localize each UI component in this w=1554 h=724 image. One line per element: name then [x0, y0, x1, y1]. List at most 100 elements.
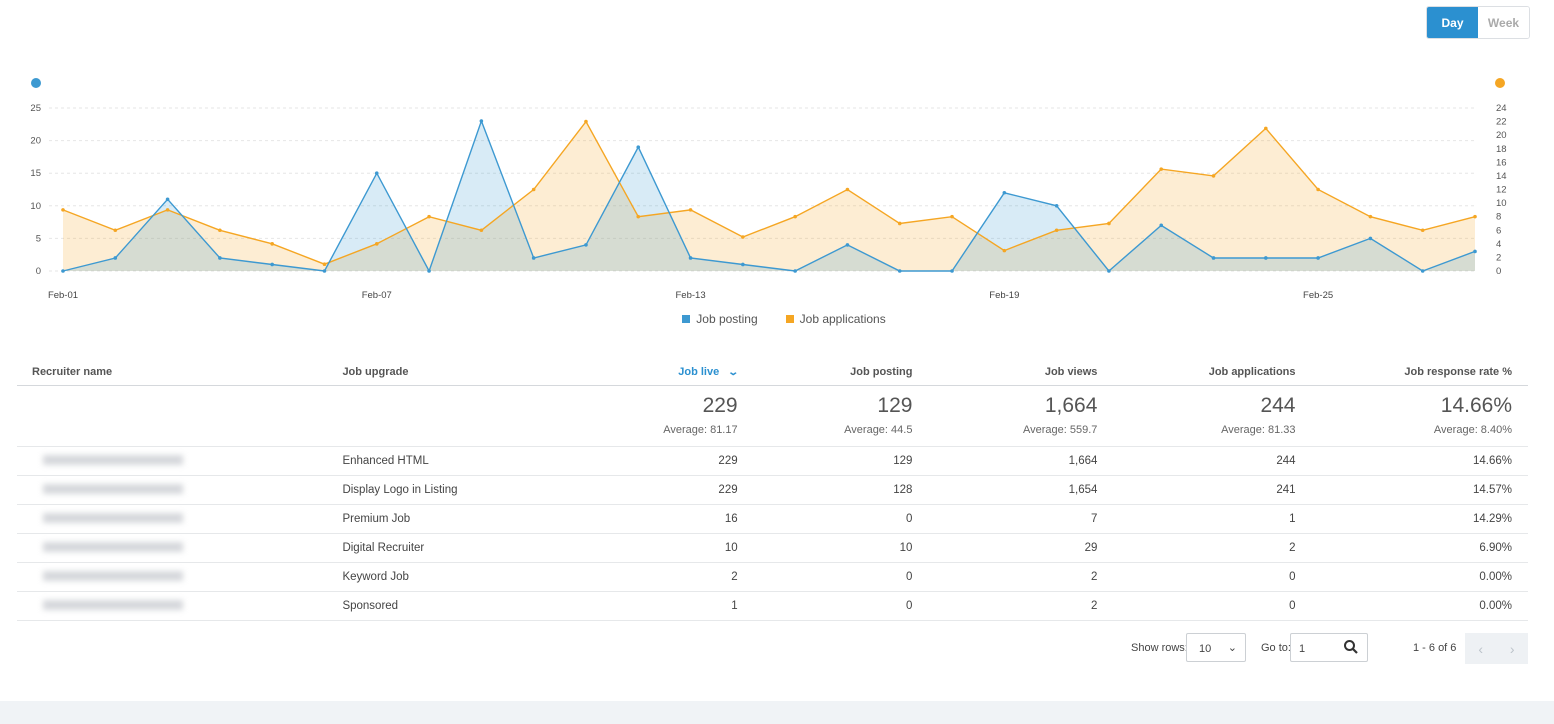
cell-job-posting: 10 [737, 533, 913, 563]
total-job-live: 229 Average: 81.17 [524, 385, 738, 447]
data-point [1264, 126, 1268, 131]
cell-job-applications: 0 [1097, 562, 1296, 592]
cell-job-live: 1 [524, 591, 738, 621]
prev-page-button[interactable]: ‹ [1465, 633, 1497, 664]
total-value: 129 [877, 394, 913, 417]
header-job-posting[interactable]: Job posting [737, 358, 913, 386]
y-right-tick-label: 14 [1496, 171, 1507, 182]
page-range: 1 - 6 of 6 [1413, 642, 1457, 654]
data-point [950, 269, 954, 273]
data-point [1316, 187, 1320, 192]
cell-job-response-rate: 14.66% [1295, 446, 1528, 476]
recruiter-name-blurred [17, 533, 343, 563]
cell-job-applications: 1 [1097, 504, 1296, 534]
data-point [636, 145, 641, 149]
show-rows-label: Show rows: [1131, 642, 1188, 654]
y-right-tick-label: 24 [1496, 103, 1507, 114]
y-left-tick-label: 20 [30, 136, 41, 147]
table-row[interactable]: Sponsored 1 0 2 0 0.00% [17, 591, 1528, 621]
cell-job-upgrade: Keyword Job [342, 562, 525, 592]
search-icon[interactable] [1343, 639, 1359, 658]
data-point [1002, 248, 1007, 253]
next-page-button[interactable]: › [1497, 633, 1529, 664]
x-tick-label: Feb-25 [1303, 290, 1333, 301]
y-right-tick-label: 22 [1496, 117, 1507, 128]
legend-label-job-applications: Job applications [799, 312, 886, 326]
totals-blank [17, 385, 343, 447]
y-left-tick-label: 10 [30, 201, 41, 212]
data-point [1264, 256, 1268, 260]
recruiter-name-blurred [17, 446, 343, 476]
data-point [688, 256, 693, 260]
recruiter-name-blurred [17, 475, 343, 505]
y-right-tick-label: 4 [1496, 239, 1501, 250]
header-recruiter-name[interactable]: Recruiter name [17, 358, 343, 386]
cell-job-response-rate: 14.29% [1295, 504, 1528, 534]
day-button[interactable]: Day [1427, 7, 1478, 38]
rows-per-page-select[interactable]: 10 ⌄ [1186, 633, 1246, 662]
table-row[interactable]: Digital Recruiter 10 10 29 2 6.90% [17, 533, 1528, 563]
series-area-1 [63, 121, 1475, 271]
y-left-tick-label: 25 [30, 103, 41, 114]
data-point [374, 242, 379, 246]
goto-page-value: 1 [1299, 643, 1306, 655]
total-value: 1,664 [1044, 394, 1098, 417]
data-point [1316, 256, 1320, 260]
cell-job-upgrade: Digital Recruiter [342, 533, 525, 563]
header-job-applications[interactable]: Job applications [1097, 358, 1296, 386]
cell-job-views: 1,664 [912, 446, 1098, 476]
data-point [1473, 214, 1477, 219]
data-point [1473, 249, 1477, 254]
x-tick-label: Feb-13 [676, 290, 706, 301]
data-point [479, 119, 484, 123]
data-point [584, 119, 588, 124]
data-point [1368, 236, 1373, 241]
legend-swatch-job-applications [785, 315, 794, 323]
data-point [1420, 269, 1425, 273]
total-job-applications: 244 Average: 81.33 [1097, 385, 1296, 447]
header-job-views[interactable]: Job views [912, 358, 1098, 386]
data-point [845, 187, 850, 192]
data-point [793, 269, 797, 273]
cell-job-views: 1,654 [912, 475, 1098, 505]
header-job-live[interactable]: Job live ⌄ [524, 358, 739, 386]
data-point [1107, 269, 1111, 273]
data-point [1159, 167, 1164, 171]
chevron-down-icon: ⌄ [1227, 642, 1237, 654]
average-value: Average: 44.5 [844, 424, 913, 436]
cell-job-posting: 0 [737, 562, 913, 592]
data-point [165, 197, 170, 202]
data-point [1107, 221, 1111, 226]
cell-job-upgrade: Enhanced HTML [342, 446, 525, 476]
data-point [1002, 190, 1007, 195]
week-button[interactable]: Week [1478, 7, 1529, 38]
cell-job-live: 229 [524, 446, 738, 476]
cell-job-response-rate: 14.57% [1295, 475, 1528, 505]
total-value: 14.66% [1440, 394, 1512, 417]
cell-job-posting: 0 [737, 504, 913, 534]
y-right-tick-label: 20 [1496, 130, 1507, 141]
data-point [113, 256, 118, 260]
cell-job-posting: 128 [737, 475, 913, 505]
table-row[interactable]: Keyword Job 2 0 2 0 0.00% [17, 562, 1528, 592]
table-row[interactable]: Enhanced HTML 229 129 1,664 244 14.66% [17, 446, 1528, 476]
data-point [741, 262, 745, 267]
data-point [688, 208, 693, 212]
footer-band [0, 701, 1554, 724]
page-nav: ‹ › [1465, 633, 1528, 664]
legend-item-job-posting[interactable]: Job posting [682, 312, 758, 326]
data-point [1211, 256, 1216, 260]
cell-job-response-rate: 0.00% [1295, 562, 1528, 592]
data-point [897, 221, 902, 226]
data-point [531, 256, 536, 260]
cell-job-applications: 0 [1097, 591, 1296, 621]
cell-job-upgrade: Premium Job [342, 504, 525, 534]
legend-item-job-applications[interactable]: Job applications [785, 312, 886, 326]
data-point [897, 269, 902, 273]
table-row[interactable]: Display Logo in Listing 229 128 1,654 24… [17, 475, 1528, 505]
header-job-response-rate[interactable]: Job response rate % [1295, 358, 1528, 386]
table-row[interactable]: Premium Job 16 0 7 1 14.29% [17, 504, 1528, 534]
header-job-upgrade[interactable]: Job upgrade [342, 358, 525, 386]
cell-job-posting: 0 [737, 591, 913, 621]
goto-page-input[interactable]: 1 [1290, 633, 1368, 662]
